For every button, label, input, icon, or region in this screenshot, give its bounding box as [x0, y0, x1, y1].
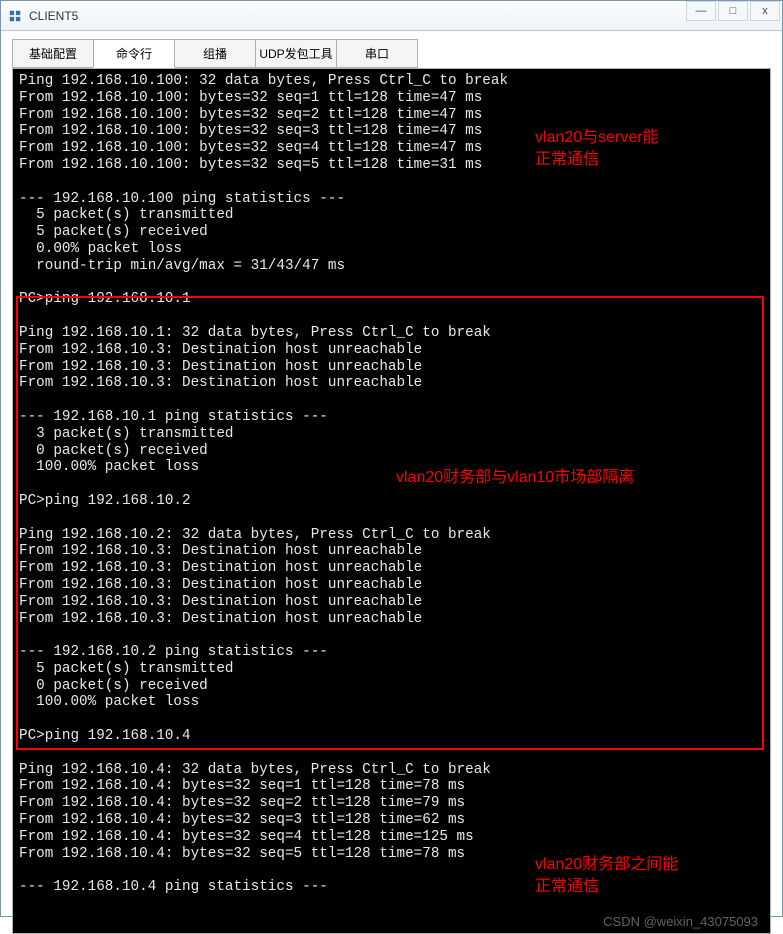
tab-command-line[interactable]: 命令行 [93, 39, 175, 68]
window-title: CLIENT5 [29, 9, 78, 23]
window-controls: — □ x [684, 1, 780, 21]
tab-udp-tool[interactable]: UDP发包工具 [255, 39, 337, 68]
app-icon [7, 8, 23, 24]
close-button[interactable]: x [750, 1, 780, 21]
tab-serial[interactable]: 串口 [336, 39, 418, 68]
tab-basic-config[interactable]: 基础配置 [12, 39, 94, 68]
minimize-button[interactable]: — [686, 1, 716, 21]
terminal-output[interactable]: Ping 192.168.10.100: 32 data bytes, Pres… [13, 69, 770, 933]
titlebar: CLIENT5 — □ x [1, 1, 782, 31]
terminal-container: Ping 192.168.10.100: 32 data bytes, Pres… [12, 68, 771, 934]
maximize-button[interactable]: □ [718, 1, 748, 21]
tab-multicast[interactable]: 组播 [174, 39, 256, 68]
tab-bar: 基础配置 命令行 组播 UDP发包工具 串口 [1, 31, 782, 68]
